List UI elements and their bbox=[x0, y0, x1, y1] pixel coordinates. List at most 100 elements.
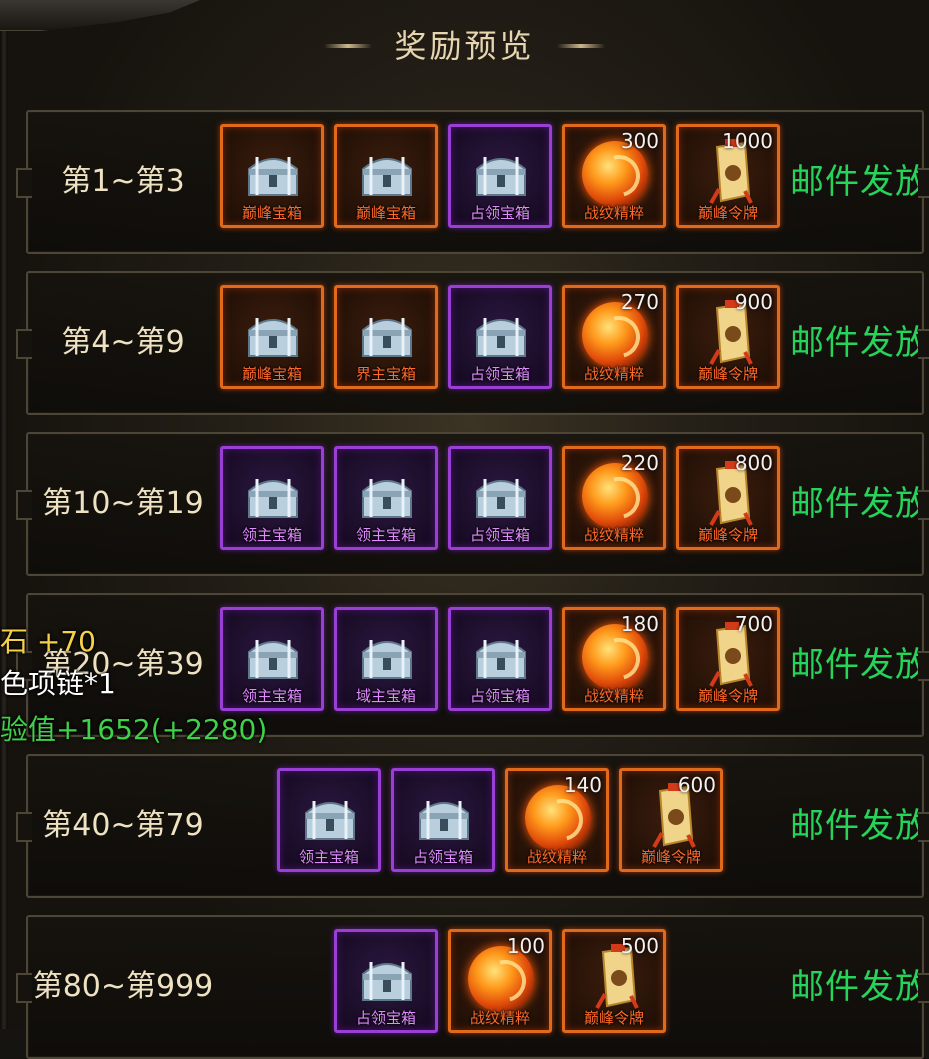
item-quantity: 180 bbox=[620, 612, 659, 636]
item-quantity: 140 bbox=[563, 773, 602, 797]
mail-delivery-label: 邮件发放 bbox=[790, 323, 929, 363]
item-name: 占领宝箱 bbox=[469, 526, 530, 544]
panel-title-text: 奖励预览 bbox=[394, 27, 535, 65]
item-name: 巅峰令牌 bbox=[640, 848, 701, 866]
silver-chest-icon bbox=[248, 318, 298, 357]
rank-range: 第80~第999 bbox=[32, 969, 214, 1004]
item-name: 界主宝箱 bbox=[355, 365, 416, 383]
item-name: 巅峰宝箱 bbox=[241, 365, 302, 383]
reward-item[interactable]: 领主宝箱 bbox=[220, 446, 324, 550]
item-name: 战纹精粹 bbox=[583, 687, 644, 705]
reward-row-3: 第10~第19 领主宝箱 领主宝箱 占领宝箱 220 战纹精粹 800 巅峰令牌… bbox=[16, 432, 929, 576]
silver-chest-icon bbox=[362, 640, 412, 679]
mail-delivery-label: 邮件发放 bbox=[790, 484, 929, 524]
reward-item[interactable]: 占领宝箱 bbox=[391, 768, 495, 872]
notification-necklace-gain: 色项链*1 bbox=[0, 667, 116, 700]
silver-chest-icon bbox=[362, 479, 412, 518]
reward-item[interactable]: 140 战纹精粹 bbox=[505, 768, 609, 872]
reward-item[interactable]: 领主宝箱 bbox=[277, 768, 381, 872]
reward-item[interactable]: 900 巅峰令牌 bbox=[676, 285, 780, 389]
item-name: 占领宝箱 bbox=[469, 204, 530, 222]
reward-item[interactable]: 500 巅峰令牌 bbox=[562, 929, 666, 1033]
item-name: 战纹精粹 bbox=[583, 204, 644, 222]
silver-chest-icon bbox=[476, 640, 526, 679]
reward-item[interactable]: 100 战纹精粹 bbox=[448, 929, 552, 1033]
reward-item[interactable]: 占领宝箱 bbox=[448, 446, 552, 550]
reward-item[interactable]: 180 战纹精粹 bbox=[562, 607, 666, 711]
reward-row-6: 第80~第999 占领宝箱 100 战纹精粹 500 巅峰令牌 邮件发放 bbox=[16, 915, 929, 1059]
item-name: 巅峰令牌 bbox=[697, 365, 758, 383]
reward-item[interactable]: 占领宝箱 bbox=[334, 929, 438, 1033]
item-name: 巅峰令牌 bbox=[583, 1009, 644, 1027]
silver-chest-icon bbox=[476, 157, 526, 196]
reward-row-2: 第4~第9 巅峰宝箱 界主宝箱 占领宝箱 270 战纹精粹 900 巅峰令牌 邮… bbox=[16, 271, 929, 415]
silver-chest-icon bbox=[419, 801, 469, 840]
silver-chest-icon bbox=[248, 640, 298, 679]
item-name: 巅峰令牌 bbox=[697, 526, 758, 544]
mail-delivery-label: 邮件发放 bbox=[790, 967, 929, 1007]
panel-left-border bbox=[0, 0, 8, 1029]
item-quantity: 600 bbox=[677, 773, 716, 797]
rank-range: 第1~第3 bbox=[61, 164, 185, 199]
item-name: 巅峰宝箱 bbox=[355, 204, 416, 222]
notification-stone-gain: 石 +70 bbox=[0, 625, 96, 658]
silver-chest-icon bbox=[248, 479, 298, 518]
item-quantity: 800 bbox=[734, 451, 773, 475]
item-name: 战纹精粹 bbox=[469, 1009, 530, 1027]
item-quantity: 1000 bbox=[722, 129, 773, 153]
item-name: 域主宝箱 bbox=[355, 687, 416, 705]
item-name: 占领宝箱 bbox=[469, 365, 530, 383]
reward-item[interactable]: 巅峰宝箱 bbox=[220, 124, 324, 228]
reward-item[interactable]: 占领宝箱 bbox=[448, 285, 552, 389]
reward-item[interactable]: 界主宝箱 bbox=[334, 285, 438, 389]
item-name: 战纹精粹 bbox=[526, 848, 587, 866]
reward-item[interactable]: 占领宝箱 bbox=[448, 124, 552, 228]
reward-item[interactable]: 220 战纹精粹 bbox=[562, 446, 666, 550]
reward-item[interactable]: 800 巅峰令牌 bbox=[676, 446, 780, 550]
rank-range: 第4~第9 bbox=[61, 325, 185, 360]
silver-chest-icon bbox=[305, 801, 355, 840]
item-name: 占领宝箱 bbox=[355, 1009, 416, 1027]
reward-item[interactable]: 1000 巅峰令牌 bbox=[676, 124, 780, 228]
item-name: 战纹精粹 bbox=[583, 526, 644, 544]
item-name: 领主宝箱 bbox=[241, 687, 302, 705]
silver-chest-icon bbox=[362, 318, 412, 357]
item-name: 巅峰令牌 bbox=[697, 204, 758, 222]
silver-chest-icon bbox=[248, 157, 298, 196]
reward-item[interactable]: 领主宝箱 bbox=[334, 446, 438, 550]
item-quantity: 900 bbox=[734, 290, 773, 314]
item-name: 巅峰宝箱 bbox=[241, 204, 302, 222]
item-name: 占领宝箱 bbox=[469, 687, 530, 705]
mail-delivery-label: 邮件发放 bbox=[790, 162, 929, 202]
silver-chest-icon bbox=[362, 157, 412, 196]
notification-exp-gain: 验值+1652(+2280) bbox=[0, 713, 268, 746]
item-quantity: 100 bbox=[506, 934, 545, 958]
reward-item[interactable]: 域主宝箱 bbox=[334, 607, 438, 711]
silver-chest-icon bbox=[362, 962, 412, 1001]
reward-item[interactable]: 巅峰宝箱 bbox=[334, 124, 438, 228]
item-name: 领主宝箱 bbox=[241, 526, 302, 544]
rank-range: 第10~第19 bbox=[42, 486, 204, 521]
panel-title: 奖励预览 bbox=[324, 20, 605, 72]
mail-delivery-label: 邮件发放 bbox=[790, 645, 929, 685]
silver-chest-icon bbox=[476, 479, 526, 518]
reward-item[interactable]: 600 巅峰令牌 bbox=[619, 768, 723, 872]
title-dash-left bbox=[324, 44, 373, 48]
title-bar: 奖励预览 bbox=[0, 20, 929, 72]
reward-item[interactable]: 700 巅峰令牌 bbox=[676, 607, 780, 711]
item-name: 领主宝箱 bbox=[298, 848, 359, 866]
item-quantity: 270 bbox=[620, 290, 659, 314]
reward-item[interactable]: 巅峰宝箱 bbox=[220, 285, 324, 389]
title-dash-right bbox=[556, 44, 605, 48]
reward-item[interactable]: 占领宝箱 bbox=[448, 607, 552, 711]
reward-item[interactable]: 270 战纹精粹 bbox=[562, 285, 666, 389]
reward-item[interactable]: 300 战纹精粹 bbox=[562, 124, 666, 228]
item-name: 占领宝箱 bbox=[412, 848, 473, 866]
reward-item[interactable]: 领主宝箱 bbox=[220, 607, 324, 711]
item-quantity: 220 bbox=[620, 451, 659, 475]
item-quantity: 500 bbox=[620, 934, 659, 958]
item-name: 领主宝箱 bbox=[355, 526, 416, 544]
item-quantity: 700 bbox=[734, 612, 773, 636]
silver-chest-icon bbox=[476, 318, 526, 357]
item-name: 战纹精粹 bbox=[583, 365, 644, 383]
